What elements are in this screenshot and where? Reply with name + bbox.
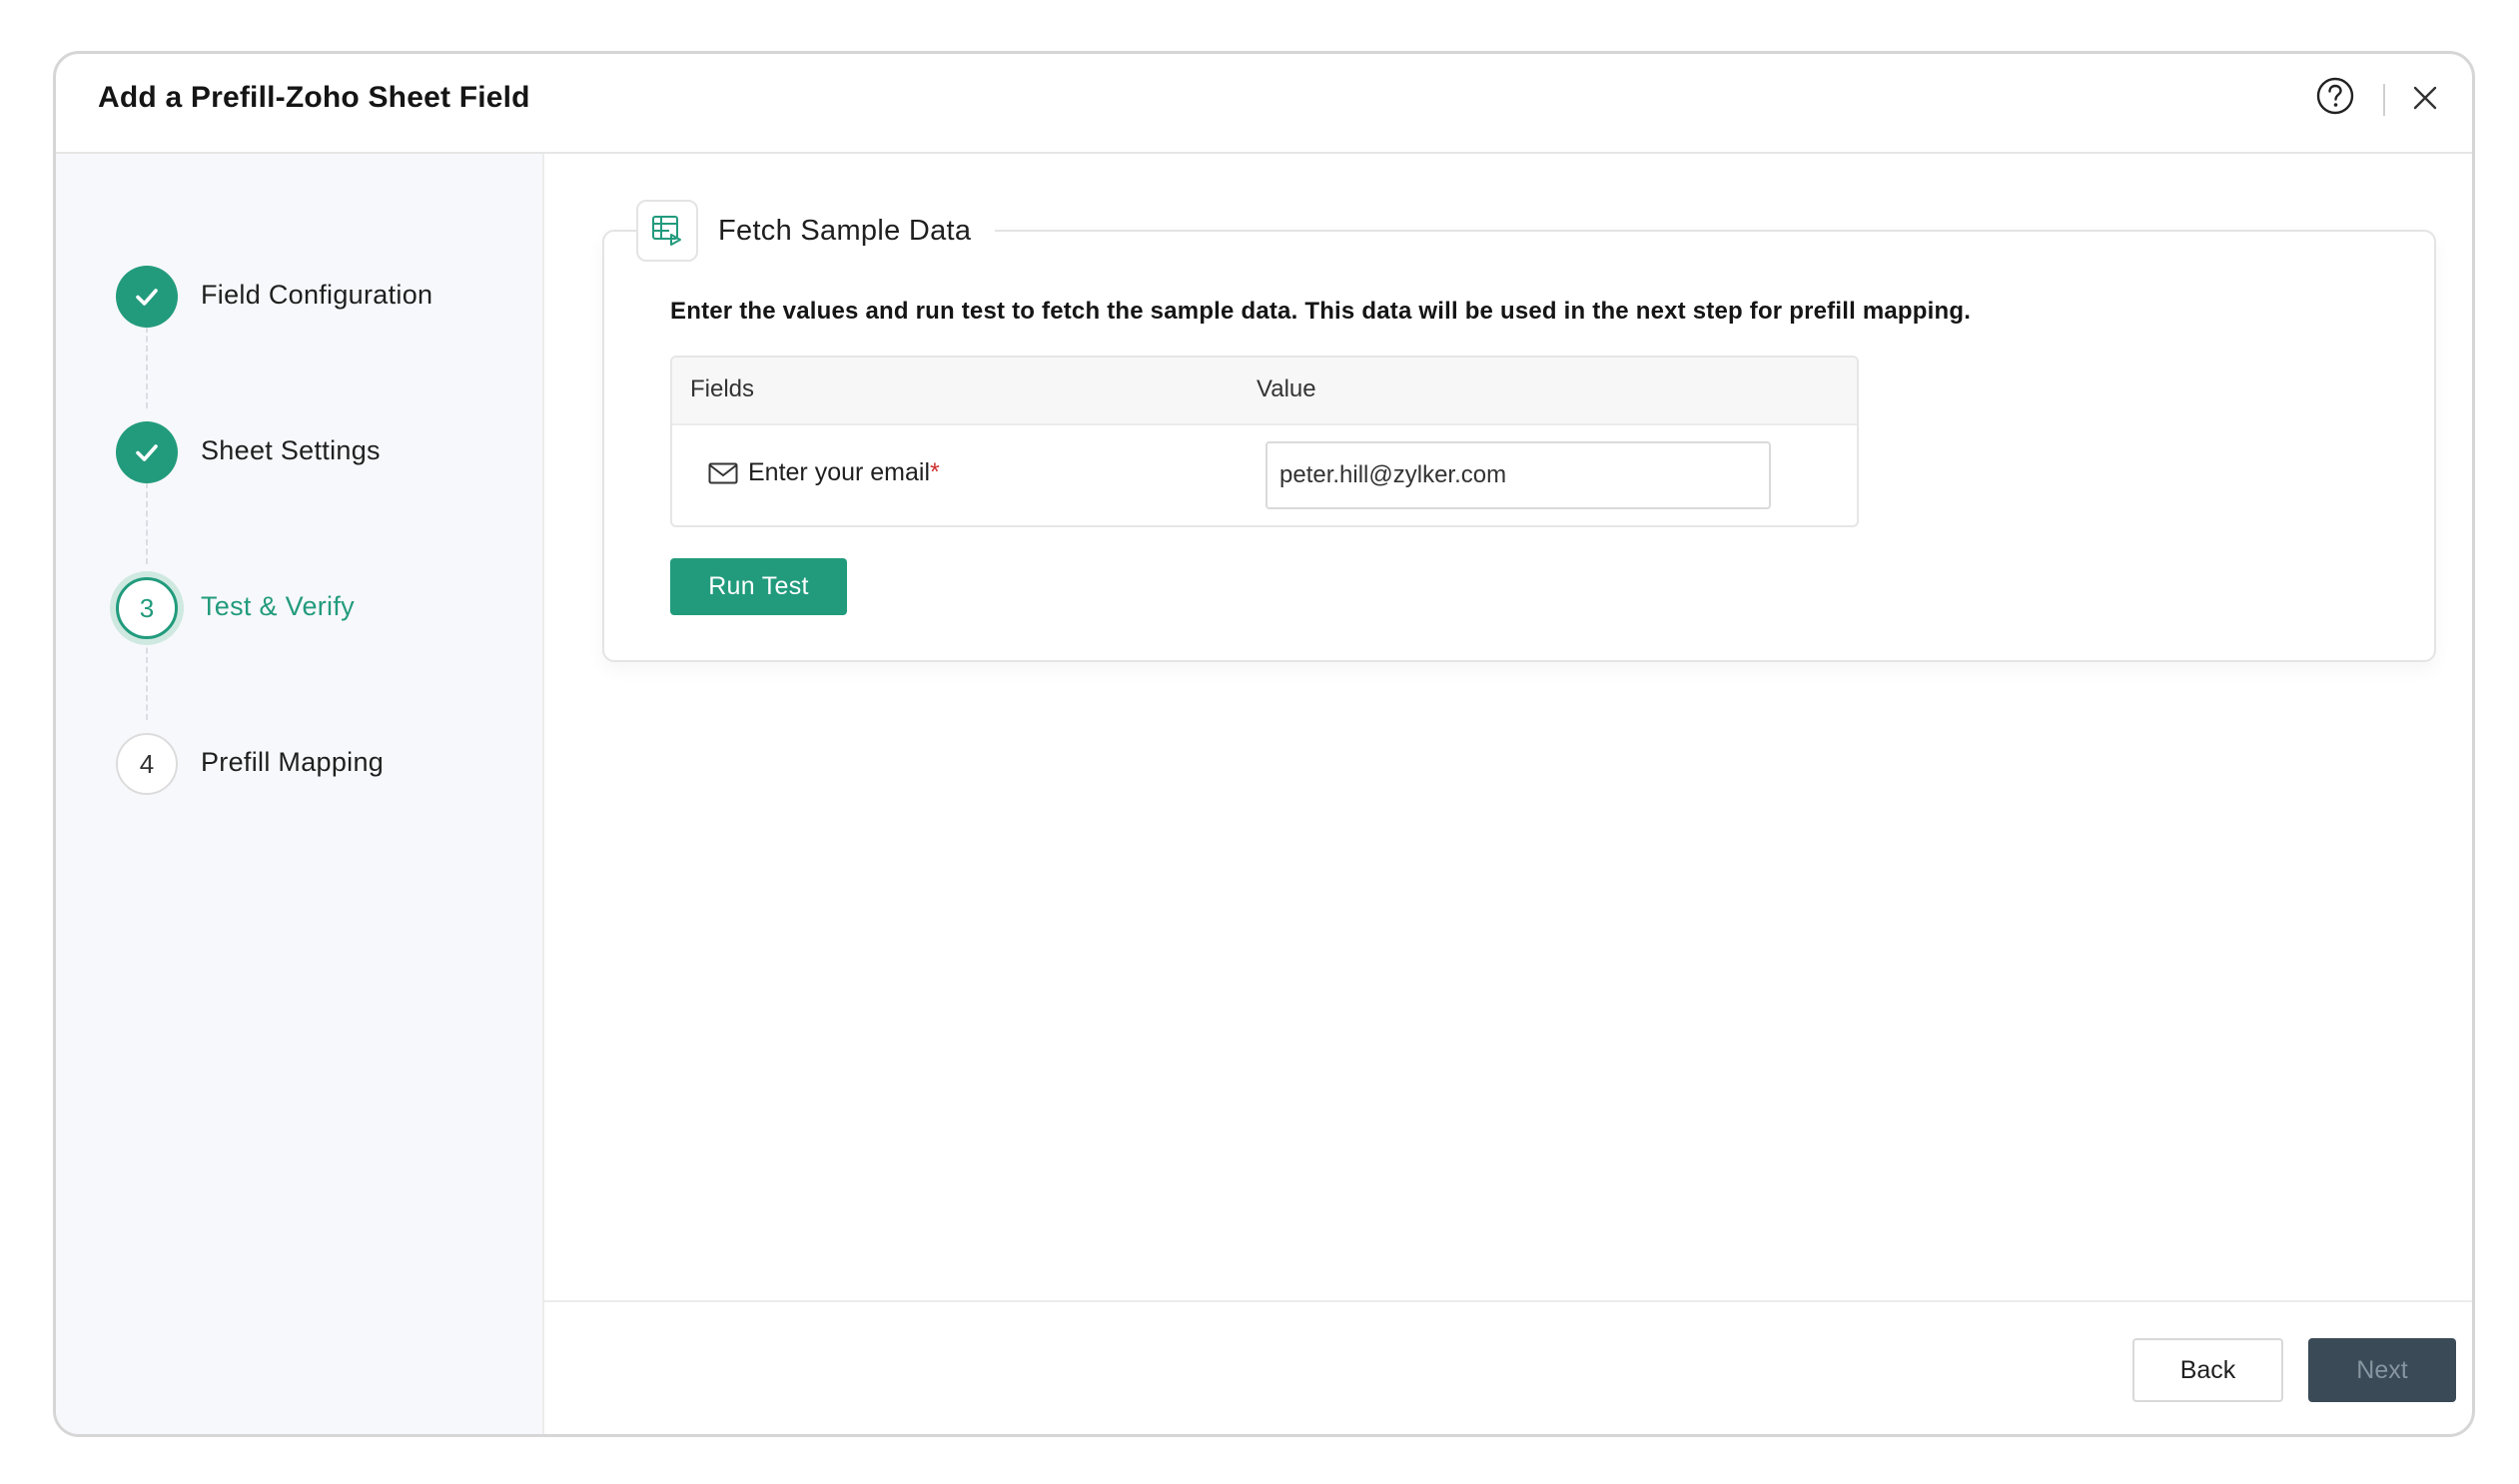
dialog-title: Add a Prefill-Zoho Sheet Field [98,81,530,114]
column-header-fields: Fields [690,375,755,402]
dialog-footer: Back Next [544,1300,2472,1434]
field-label-text: Enter your email [748,458,931,486]
step-label: Sheet Settings [201,435,381,465]
step-connector [146,482,148,564]
step-complete-badge [116,421,178,483]
step-label: Prefill Mapping [201,747,385,777]
check-icon [136,444,158,461]
step-sheet-settings[interactable]: Sheet Settings [56,421,544,491]
sheet-icon [652,216,681,246]
table-header: Fields Value [672,358,1857,425]
mail-icon [708,462,738,483]
step-number: 4 [116,733,178,795]
sheet-icon-box [636,200,698,262]
card-header: Fetch Sample Data [636,198,996,264]
section-title: Fetch Sample Data [718,214,972,247]
step-field-configuration[interactable]: Field Configuration [56,266,544,336]
dialog-header: Add a Prefill-Zoho Sheet Field [56,54,2472,154]
step-test-verify[interactable]: 3 Test & Verify [56,577,544,647]
step-connector [146,327,148,408]
section-description: Enter the values and run test to fetch t… [670,298,1972,325]
field-label-email: Enter your email * [708,458,940,487]
step-prefill-mapping[interactable]: 4 Prefill Mapping [56,733,544,803]
main-content: Fetch Sample Data Enter the values and r… [544,154,2472,1434]
step-connector [146,638,148,720]
stepper-sidebar: Field Configuration Sheet Settings 3 Tes… [56,154,544,1434]
question-circle-icon[interactable] [2315,76,2355,116]
header-divider [2383,84,2385,116]
back-button[interactable]: Back [2132,1338,2283,1402]
required-marker: * [930,458,940,486]
email-value-input[interactable] [1265,441,1771,509]
step-complete-badge [116,266,178,328]
fields-table: Fields Value Enter your email * [670,356,1859,527]
step-label: Field Configuration [201,280,433,310]
step-number: 3 [116,577,178,639]
fetch-sample-data-card: Fetch Sample Data Enter the values and r… [602,198,2436,662]
check-icon [136,289,158,306]
dialog: Add a Prefill-Zoho Sheet Field Field Con… [53,51,2475,1437]
column-header-value: Value [1257,375,1316,402]
close-icon[interactable] [2410,83,2440,113]
step-label: Test & Verify [201,591,355,621]
next-button[interactable]: Next [2308,1338,2456,1402]
run-test-button[interactable]: Run Test [670,558,847,615]
